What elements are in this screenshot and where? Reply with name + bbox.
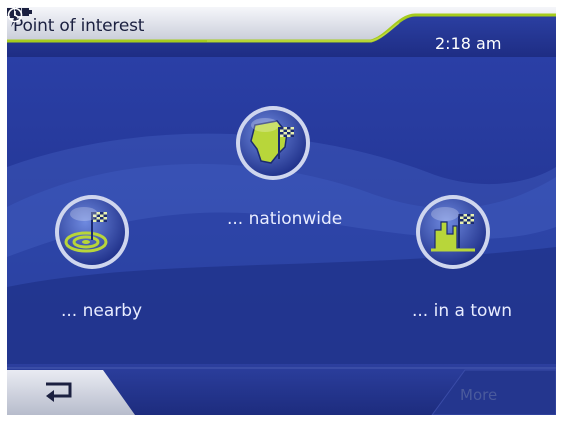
back-button[interactable] — [7, 368, 135, 415]
nearby-button[interactable] — [52, 192, 132, 272]
nationwide-flag-icon — [236, 106, 310, 180]
nearby-label: ... nearby — [61, 301, 143, 321]
clock-icon — [7, 7, 23, 23]
in-a-town-button[interactable] — [413, 192, 493, 272]
town-flag-icon — [416, 195, 490, 269]
poi-screen: Point of interest 2:18 am ... nationwide… — [7, 7, 556, 415]
nearby-flag-icon — [55, 195, 129, 269]
nationwide-label: ... nationwide — [227, 209, 343, 229]
in-a-town-label: ... in a town — [412, 301, 513, 321]
header-bar: Point of interest 2:18 am — [7, 7, 556, 57]
nationwide-button[interactable] — [233, 103, 313, 183]
back-arrow-icon — [46, 382, 72, 402]
page-title: Point of interest — [13, 16, 145, 36]
more-label: More — [460, 386, 498, 404]
clock-time: 2:18 am — [435, 34, 502, 53]
bottom-bar: More — [7, 364, 556, 415]
